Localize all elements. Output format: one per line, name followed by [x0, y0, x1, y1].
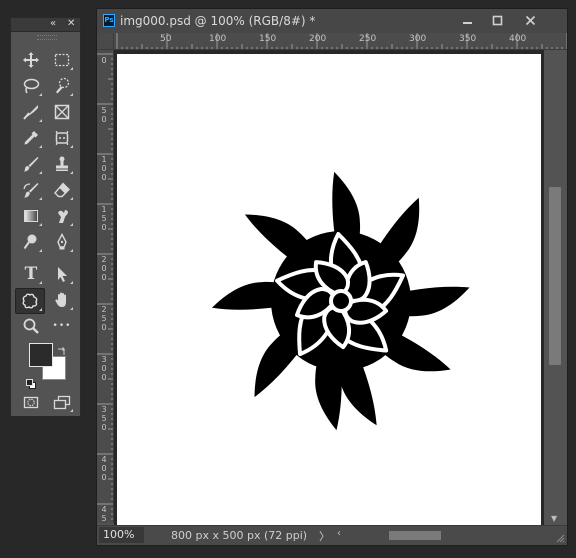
panel-grip[interactable]: [37, 35, 57, 40]
patch-icon: [55, 131, 69, 145]
ruler-h-label: 150: [259, 34, 277, 44]
brush-tool[interactable]: [18, 152, 44, 176]
horizontal-scroll-thumb[interactable]: [389, 531, 441, 540]
arrow-icon: [58, 267, 67, 282]
frame-icon: [54, 104, 70, 120]
lasso-icon: [23, 78, 40, 94]
history-brush-icon: [23, 183, 39, 198]
minimize-icon: [462, 21, 472, 24]
smudge-icon: [58, 210, 68, 223]
quick-select-tool[interactable]: [49, 74, 75, 98]
quick-mask-button[interactable]: [18, 390, 44, 414]
custom-shape-icon: [22, 293, 38, 309]
path-select-tool[interactable]: [49, 262, 75, 286]
smudge-tool[interactable]: [49, 204, 75, 228]
marquee-tool[interactable]: [49, 48, 75, 72]
minimize-button[interactable]: [452, 11, 482, 29]
frame-tool[interactable]: [49, 100, 75, 124]
ruler-h-label: 100: [209, 34, 227, 44]
canvas-area[interactable]: [114, 50, 544, 525]
ruler-v-label: 1 0 0: [101, 155, 107, 182]
history-brush-tool[interactable]: [18, 178, 44, 202]
quick-select-icon: [56, 77, 70, 94]
quick-mask-icon: [23, 396, 39, 409]
ruler-h-label: 50: [160, 34, 172, 44]
horizontal-ruler[interactable]: 0 50 100 150 200 250 300 350 400: [114, 33, 567, 50]
ruler-h-label: 300: [409, 34, 427, 44]
eyedropper-icon: [24, 131, 38, 145]
scroll-left-icon[interactable]: ‹: [337, 528, 341, 539]
ruler-corner[interactable]: [97, 33, 114, 50]
move-tool[interactable]: [18, 48, 44, 72]
dodge-icon: [23, 234, 37, 250]
type-icon: T: [24, 264, 38, 284]
hand-icon: [55, 292, 66, 307]
ruler-h-label: 250: [359, 34, 377, 44]
ruler-h-label: 400: [509, 34, 527, 44]
photoshop-icon: Ps: [103, 14, 115, 27]
ruler-v-label: 2 0 0: [101, 255, 107, 282]
ruler-h-label: 200: [309, 34, 327, 44]
maximize-icon: [492, 15, 502, 25]
screen-mode-icon: [53, 395, 71, 410]
vertical-scrollbar[interactable]: ▼: [544, 50, 567, 525]
eyedropper-tool[interactable]: [18, 126, 44, 150]
document-title: img000.psd @ 100% (RGB/8#) *: [120, 14, 316, 28]
move-icon: [23, 52, 39, 68]
crop-tool[interactable]: [18, 100, 44, 124]
resize-grip-icon[interactable]: [556, 534, 565, 543]
ruler-v-label: 1 5 0: [101, 205, 107, 232]
rect-marquee-icon: [54, 53, 70, 67]
zoom-icon: [23, 318, 39, 334]
close-panel-button[interactable]: ✕: [67, 17, 75, 30]
gradient-icon: [24, 210, 38, 222]
flower-artwork: [211, 171, 470, 431]
ruler-v-label: 4 5 0: [101, 505, 107, 523]
document-info[interactable]: 800 px x 500 px (72 ppi): [171, 529, 307, 542]
stamp-tool[interactable]: [49, 152, 75, 176]
scroll-down-icon[interactable]: ▼: [551, 514, 557, 523]
tools-panel: « ✕ T •••: [10, 17, 81, 417]
close-icon: [525, 15, 535, 25]
vertical-scroll-thumb[interactable]: [549, 187, 561, 365]
foreground-color-swatch[interactable]: [29, 343, 53, 367]
ellipsis-icon: •••: [52, 321, 72, 331]
ruler-v-label: 3 0 0: [101, 355, 107, 382]
ruler-v-label: 5 0: [101, 106, 107, 124]
brush-icon: [23, 157, 39, 172]
horizontal-scrollbar[interactable]: ‹: [333, 526, 533, 544]
zoom-level-field[interactable]: 100%: [99, 527, 144, 543]
pen-tool[interactable]: [49, 230, 75, 254]
document-canvas[interactable]: [117, 54, 541, 525]
more-tools[interactable]: •••: [49, 314, 75, 338]
ruler-v-label: 3 5 0: [101, 405, 107, 432]
document-titlebar[interactable]: Ps img000.psd @ 100% (RGB/8#) *: [97, 9, 567, 33]
tools-panel-header[interactable]: « ✕: [11, 18, 80, 32]
vertical-ruler[interactable]: 0 5 0 1 0 0 1 5 0 2 0 0 2 5 0 3 0 0 3 5 …: [97, 50, 114, 523]
status-bar: 100% 800 px x 500 px (72 ppi) 〉 ‹: [97, 525, 567, 545]
custom-shape-tool[interactable]: [15, 288, 45, 314]
pen-icon: [57, 233, 67, 250]
eraser-icon: [54, 182, 70, 198]
close-button[interactable]: [515, 11, 545, 29]
ruler-v-label: 0: [101, 56, 107, 65]
gradient-tool[interactable]: [18, 204, 44, 228]
crop-icon: [23, 105, 38, 120]
screen-mode-button[interactable]: [49, 390, 75, 414]
dodge-tool[interactable]: [18, 230, 44, 254]
type-tool[interactable]: T: [18, 262, 44, 286]
ruler-h-label: 350: [459, 34, 477, 44]
patch-tool[interactable]: [49, 126, 75, 150]
ruler-v-label: 2 5 0: [101, 305, 107, 332]
zoom-tool[interactable]: [18, 314, 44, 338]
ruler-v-label: 4 0 0: [101, 455, 107, 482]
maximize-button[interactable]: [482, 11, 512, 29]
eraser-tool[interactable]: [49, 178, 75, 202]
status-menu-arrow[interactable]: 〉: [319, 528, 330, 544]
stamp-icon: [56, 156, 68, 171]
document-window: Ps img000.psd @ 100% (RGB/8#) * 0 50 100…: [96, 8, 568, 546]
hand-tool[interactable]: [49, 288, 75, 312]
lasso-tool[interactable]: [18, 74, 44, 98]
collapse-panel-button[interactable]: «: [50, 17, 56, 30]
